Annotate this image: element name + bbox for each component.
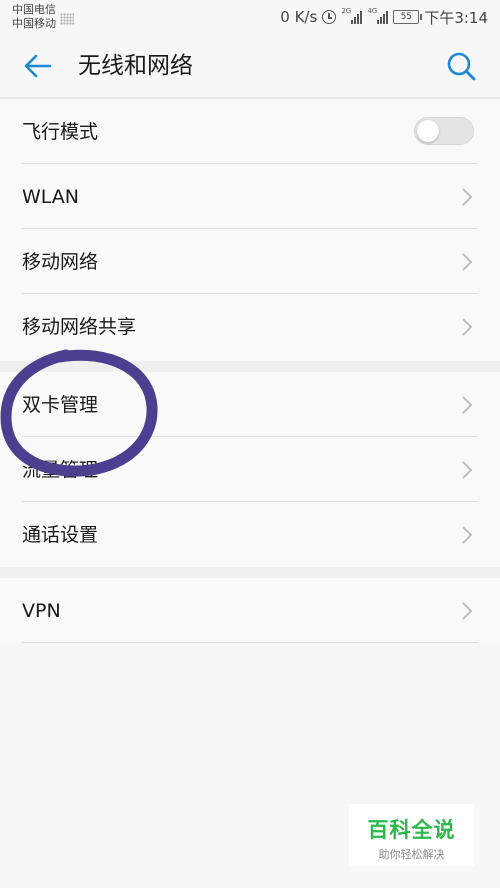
list-item-vpn[interactable]: VPN: [0, 578, 500, 643]
sim1-signal-icon: 2G: [341, 7, 363, 24]
status-time: 下午3:14: [424, 8, 488, 27]
search-icon[interactable]: [443, 48, 479, 84]
settings-group-vpn: VPN: [0, 578, 500, 643]
status-indicators: 0 K/s 2G 4G 55 下午3:14: [280, 6, 488, 28]
chevron-right-icon: [462, 188, 473, 206]
section-gap: [0, 361, 500, 372]
list-item-label: 流量管理: [22, 459, 99, 481]
battery-icon: 55: [393, 10, 423, 24]
arrow-left-icon[interactable]: [20, 48, 56, 84]
settings-group-sim: 双卡管理 流量管理 通话设置: [0, 372, 500, 567]
list-item-label: 通话设置: [22, 524, 99, 546]
carrier-2-label: 中国移动: [12, 17, 56, 30]
list-item-dual-sim[interactable]: 双卡管理: [0, 372, 500, 437]
list-item-data-usage[interactable]: 流量管理: [0, 437, 500, 502]
list-item-mobile-network[interactable]: 移动网络: [0, 229, 500, 294]
sim2-signal-icon: 4G: [367, 7, 389, 24]
list-item-label: VPN: [22, 600, 61, 622]
chevron-right-icon: [462, 253, 473, 271]
list-item-tethering[interactable]: 移动网络共享: [0, 294, 500, 359]
chevron-right-icon: [462, 318, 473, 336]
sim2-network-type: 4G: [367, 7, 378, 15]
list-item-label: 双卡管理: [22, 394, 99, 416]
watermark-logo: 百科全说 助你轻松解决: [349, 804, 474, 866]
list-item-label: 飞行模式: [22, 121, 99, 143]
status-bar: 中国电信 中国移动 0 K/s 2G 4G 55 下午3:14: [0, 0, 500, 34]
section-gap: [0, 567, 500, 578]
chevron-right-icon: [462, 461, 473, 479]
airplane-mode-toggle[interactable]: [414, 117, 474, 145]
list-item-label: 移动网络共享: [22, 316, 137, 338]
settings-group-connectivity: 飞行模式 WLAN 移动网络 移动网络共享: [0, 99, 500, 359]
list-item-label: 移动网络: [22, 251, 99, 273]
chevron-right-icon: [462, 396, 473, 414]
watermark-slogan: 助你轻松解决: [378, 848, 445, 861]
divider: [22, 642, 478, 643]
sim1-network-type: 2G: [341, 7, 352, 15]
network-speed: 0 K/s: [280, 8, 318, 26]
chevron-right-icon: [462, 602, 473, 620]
carrier-1-label: 中国电信: [12, 3, 56, 16]
list-item-call-settings[interactable]: 通话设置: [0, 502, 500, 567]
list-item-wlan[interactable]: WLAN: [0, 164, 500, 229]
watermark-brand: 百科全说: [367, 818, 456, 842]
alarm-clock-icon: [322, 10, 337, 24]
app-bar: 无线和网络: [0, 34, 500, 98]
page-title: 无线和网络: [78, 53, 193, 79]
list-item-airplane-mode[interactable]: 飞行模式: [0, 99, 500, 164]
list-item-label: WLAN: [22, 186, 80, 208]
toggle-knob: [417, 120, 439, 142]
chevron-right-icon: [462, 526, 473, 544]
sim-indicator-icon: [60, 13, 74, 25]
